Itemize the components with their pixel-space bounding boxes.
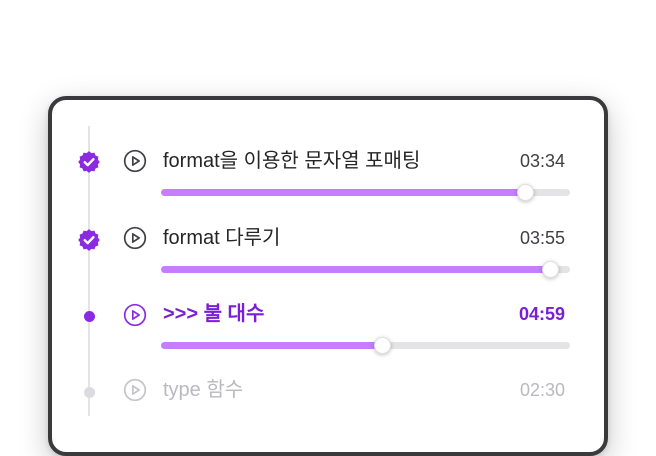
lesson-duration: 03:55 (519, 228, 565, 248)
progress-fill (161, 189, 525, 196)
play-circle-icon[interactable] (123, 226, 147, 250)
lesson-title[interactable]: >>> 불 대수 (163, 301, 264, 327)
lesson-title[interactable]: format 다루기 (163, 225, 280, 251)
lesson-title[interactable]: format을 이용한 문자열 포매팅 (163, 148, 420, 174)
verified-check-icon (78, 229, 100, 251)
current-dot-icon (84, 311, 95, 322)
play-circle-icon[interactable] (123, 149, 147, 173)
lesson-duration: 03:34 (519, 151, 565, 171)
progress-thumb[interactable] (541, 261, 559, 278)
progress-thumb[interactable] (517, 184, 534, 201)
lesson-duration: 02:30 (519, 380, 565, 400)
verified-check-icon (78, 151, 100, 173)
play-circle-icon[interactable] (123, 378, 147, 402)
play-circle-icon[interactable] (123, 303, 147, 327)
lesson-duration: 04:59 (518, 304, 565, 324)
lesson-item[interactable]: format 다루기 03:55 (0, 220, 656, 280)
progress-fill (161, 342, 382, 349)
progress-thumb[interactable] (373, 337, 391, 354)
lesson-item[interactable]: type 함수 02:30 (0, 376, 656, 436)
progress-fill (161, 266, 550, 273)
progress-track[interactable] (161, 184, 570, 201)
pending-dot-icon (84, 387, 95, 398)
progress-track[interactable] (161, 261, 570, 278)
lesson-item[interactable]: format을 이용한 문자열 포매팅 03:34 (0, 140, 656, 201)
progress-track[interactable] (161, 337, 570, 354)
lesson-item-current[interactable]: >>> 불 대수 04:59 (0, 298, 656, 358)
lesson-title[interactable]: type 함수 (163, 377, 243, 403)
